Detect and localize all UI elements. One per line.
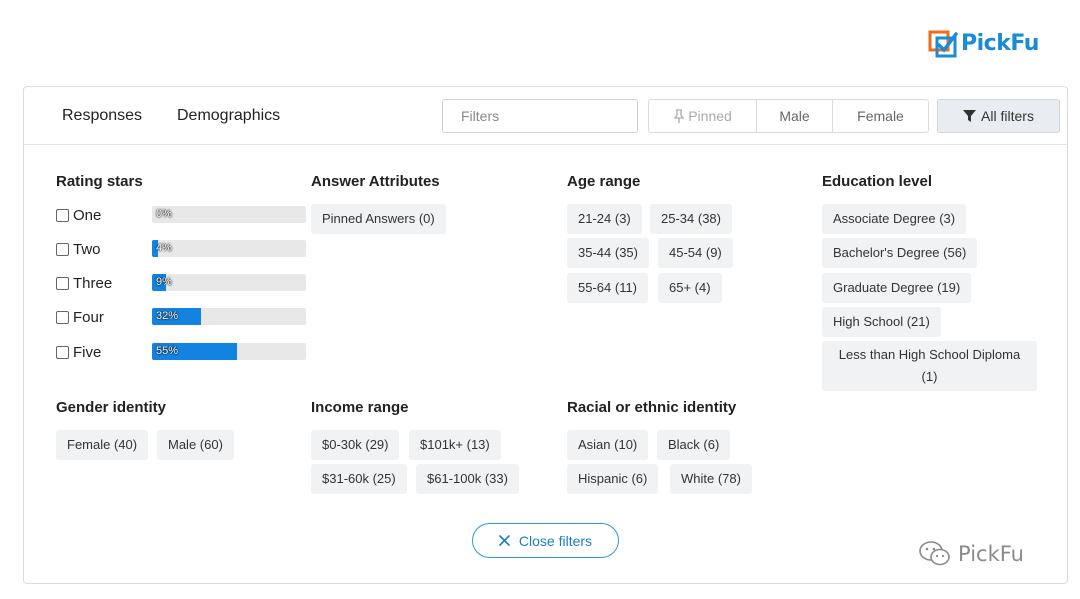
racial-identity-title: Racial or ethnic identity — [567, 399, 737, 416]
rating-row-four: Four 32% — [56, 306, 316, 328]
pinned-filter-button[interactable]: Pinned — [649, 100, 757, 132]
rating-four-bar: 32% — [152, 308, 306, 325]
tab-demographics[interactable]: Demographics — [177, 107, 280, 125]
chip-gender-female[interactable]: Female (40) — [56, 430, 149, 460]
chip-edu-high-school[interactable]: High School (21) — [822, 307, 941, 337]
checkbox-logo-icon — [928, 30, 958, 58]
rating-row-five: Five 55% — [56, 341, 316, 363]
rating-two-percent: 4% — [156, 242, 172, 254]
rating-three-bar: 9% — [152, 274, 306, 291]
rating-one-checkbox[interactable] — [56, 208, 69, 222]
funnel-icon — [963, 110, 977, 122]
male-filter-button[interactable]: Male — [757, 100, 833, 132]
chip-gender-male[interactable]: Male (60) — [157, 430, 234, 460]
chip-income-101k-plus[interactable]: $101k+ (13) — [409, 430, 501, 460]
chip-race-hispanic[interactable]: Hispanic (6) — [567, 464, 659, 494]
chip-edu-associate[interactable]: Associate Degree (3) — [822, 204, 967, 234]
chip-age-35-44[interactable]: 35-44 (35) — [567, 238, 649, 268]
filters-panel: Responses Demographics Pinned Male Femal… — [23, 86, 1068, 584]
chip-age-21-24[interactable]: 21-24 (3) — [567, 204, 642, 234]
rating-two-checkbox[interactable] — [56, 242, 69, 256]
rating-five-bar: 55% — [152, 343, 306, 360]
education-level-title: Education level — [822, 173, 933, 190]
gender-identity-title: Gender identity — [56, 399, 167, 416]
pickfu-logo: PickFu — [928, 28, 1039, 58]
logo-text: PickFu — [961, 30, 1039, 56]
rating-stars-title: Rating stars — [56, 173, 143, 190]
rating-three-percent: 9% — [156, 276, 172, 288]
wechat-icon — [919, 541, 950, 566]
chip-edu-bachelors[interactable]: Bachelor's Degree (56) — [822, 238, 978, 268]
answer-attributes-title: Answer Attributes — [311, 173, 440, 190]
filters-search-input[interactable] — [442, 99, 638, 133]
chip-age-65-plus[interactable]: 65+ (4) — [658, 273, 722, 303]
rating-one-label: One — [73, 206, 102, 224]
chip-age-45-54[interactable]: 45-54 (9) — [658, 238, 733, 268]
rating-one-percent: 0% — [156, 208, 172, 220]
rating-four-percent: 32% — [156, 310, 179, 322]
quick-filter-group: Pinned Male Female — [648, 99, 929, 133]
age-range-title: Age range — [567, 173, 641, 190]
chip-income-61-100k[interactable]: $61-100k (33) — [416, 464, 519, 494]
chip-pinned-answers[interactable]: Pinned Answers (0) — [311, 204, 446, 234]
tab-responses[interactable]: Responses — [62, 107, 142, 125]
watermark-text: PickFu — [958, 542, 1024, 566]
all-filters-label: All filters — [981, 108, 1034, 124]
chip-income-31-60k[interactable]: $31-60k (25) — [311, 464, 407, 494]
rating-three-label: Three — [73, 274, 113, 292]
pinned-filter-label: Pinned — [688, 108, 732, 124]
chip-race-black[interactable]: Black (6) — [657, 430, 731, 460]
chip-edu-less-than-high-school[interactable]: Less than High School Diploma (1) — [822, 341, 1037, 391]
rating-four-label: Four — [73, 308, 104, 326]
chip-age-55-64[interactable]: 55-64 (11) — [567, 273, 649, 303]
chip-income-0-30k[interactable]: $0-30k (29) — [311, 430, 400, 460]
female-filter-button[interactable]: Female — [833, 100, 928, 132]
close-filters-button[interactable]: Close filters — [472, 523, 619, 558]
rating-four-checkbox[interactable] — [56, 310, 69, 324]
panel-toolbar: Responses Demographics Pinned Male Femal… — [24, 87, 1067, 145]
rating-five-checkbox[interactable] — [56, 345, 69, 359]
rating-row-three: Three 9% — [56, 272, 316, 294]
rating-three-checkbox[interactable] — [56, 276, 69, 290]
female-filter-label: Female — [857, 108, 904, 124]
chip-race-white[interactable]: White (78) — [670, 464, 752, 494]
pin-icon — [673, 108, 685, 123]
rating-two-label: Two — [73, 240, 101, 258]
rating-five-percent: 55% — [156, 345, 179, 357]
close-icon — [499, 535, 510, 546]
chip-age-25-34[interactable]: 25-34 (38) — [650, 204, 732, 234]
rating-one-bar: 0% — [152, 206, 306, 223]
close-filters-label: Close filters — [518, 532, 593, 549]
rating-row-two: Two 4% — [56, 238, 316, 260]
rating-row-one: One 0% — [56, 204, 316, 226]
wechat-watermark: PickFu — [918, 540, 1024, 568]
rating-two-bar: 4% — [152, 240, 306, 257]
male-filter-label: Male — [779, 108, 810, 124]
chip-edu-graduate[interactable]: Graduate Degree (19) — [822, 273, 972, 303]
income-range-title: Income range — [311, 399, 409, 416]
all-filters-button[interactable]: All filters — [937, 99, 1060, 133]
chip-race-asian[interactable]: Asian (10) — [567, 430, 649, 460]
rating-five-label: Five — [73, 343, 102, 361]
